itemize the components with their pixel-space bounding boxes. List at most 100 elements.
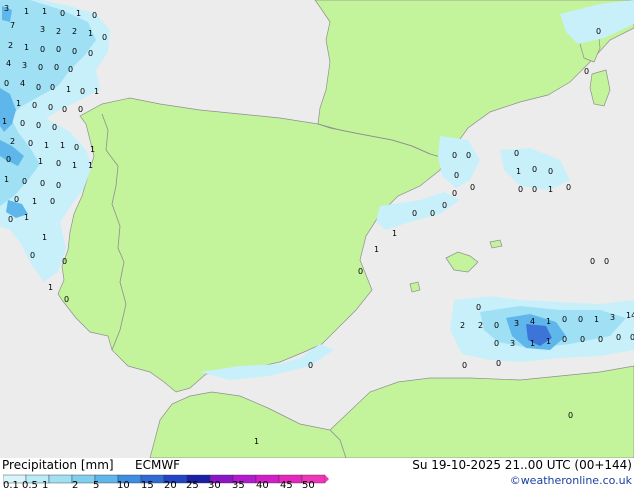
precip-value-label: 0 xyxy=(548,167,553,176)
precip-value-label: 2 xyxy=(8,41,13,50)
scale-tick-label: 5 xyxy=(93,480,100,491)
precip-value-label: 1 xyxy=(548,185,553,194)
precip-value-label: 0 xyxy=(52,123,57,132)
precip-area-gulf-lion xyxy=(438,136,570,190)
scale-tick-label: 0.5 xyxy=(22,480,38,491)
scale-tick-label: 0.1 xyxy=(3,480,19,491)
ibiza-island xyxy=(409,281,421,293)
precip-value-label: 0 xyxy=(454,171,459,180)
precip-value-label: 7 xyxy=(10,21,15,30)
precip-value-label: 0 xyxy=(532,185,537,194)
precip-value-label: 1 xyxy=(4,175,9,184)
map-title: Precipitation [mm] xyxy=(2,458,114,472)
precip-value-label: 3 xyxy=(610,313,615,322)
precip-value-label: 14 xyxy=(626,311,634,320)
precip-value-label: 1 xyxy=(24,213,29,222)
precip-value-label: 1 xyxy=(66,85,71,94)
precip-value-label: 0 xyxy=(88,49,93,58)
scale-tick-label: 30 xyxy=(208,480,221,491)
precip-value-label: 0 xyxy=(514,149,519,158)
scale-tick-label: 45 xyxy=(280,480,293,491)
precip-value-label: 1 xyxy=(32,197,37,206)
scale-tick-label: 40 xyxy=(256,480,269,491)
scale-tick-label: 50 xyxy=(302,480,315,491)
precip-value-label: 0 xyxy=(56,181,61,190)
precip-value-label: 1 xyxy=(88,161,93,170)
precip-value-label: 0 xyxy=(532,165,537,174)
precip-value-label: 0 xyxy=(14,195,19,204)
north-africa-landmass xyxy=(149,365,634,458)
precip-value-label: 0 xyxy=(462,361,467,370)
scale-tick-label: 2 xyxy=(72,480,79,491)
precip-value-label: 1 xyxy=(254,437,259,446)
precip-value-label: 0 xyxy=(20,119,25,128)
precip-value-label: 0 xyxy=(102,33,107,42)
precip-value-label: 1 xyxy=(594,315,599,324)
precip-value-label: 1 xyxy=(516,167,521,176)
precip-value-label: 0 xyxy=(8,215,13,224)
scale-tick-label: 20 xyxy=(164,480,177,491)
precip-value-label: 0 xyxy=(470,183,475,192)
precip-value-label: 0 xyxy=(596,27,601,36)
precip-value-label: 0 xyxy=(308,361,313,370)
precip-value-label: 0 xyxy=(562,315,567,324)
precip-value-label: 1 xyxy=(48,283,53,292)
precip-value-label: 0 xyxy=(476,303,481,312)
precip-value-label: 0 xyxy=(494,321,499,330)
precip-value-label: 0 xyxy=(54,63,59,72)
map-footer: Precipitation [mm] ECMWF Su 19-10-2025 2… xyxy=(0,458,634,492)
precip-value-label: 1 xyxy=(76,9,81,18)
forecast-datetime: Su 19-10-2025 21..00 UTC (00+144) xyxy=(412,458,632,472)
land-layer xyxy=(57,0,634,458)
precip-value-label: 1 xyxy=(24,7,29,16)
precip-value-label: 2 xyxy=(460,321,465,330)
precip-value-label: 1 xyxy=(546,337,551,346)
precip-value-label: 0 xyxy=(62,257,67,266)
precip-value-label: 0 xyxy=(466,151,471,160)
scale-tick-label: 10 xyxy=(117,480,130,491)
precip-value-label: 0 xyxy=(430,209,435,218)
precip-value-label: 0 xyxy=(358,267,363,276)
precip-value-label: 0 xyxy=(494,339,499,348)
precip-value-label: 0 xyxy=(584,67,589,76)
precip-value-label: 1 xyxy=(546,317,551,326)
mallorca-island xyxy=(445,251,479,273)
scale-tick-label: 25 xyxy=(186,480,199,491)
precip-value-label: 0 xyxy=(74,143,79,152)
precip-value-label: 0 xyxy=(50,197,55,206)
precip-value-label: 0 xyxy=(442,201,447,210)
precip-value-label: 0 xyxy=(630,333,634,342)
precip-value-label: 4 xyxy=(530,317,535,326)
precip-value-label: 0 xyxy=(36,83,41,92)
scale-tick-label: 35 xyxy=(232,480,245,491)
precip-value-label: 0 xyxy=(562,335,567,344)
precip-value-label: 1 xyxy=(94,87,99,96)
precip-value-label: 0 xyxy=(64,295,69,304)
precip-value-label: 1 xyxy=(42,7,47,16)
precip-value-label: 1 xyxy=(374,245,379,254)
precip-value-label: 1 xyxy=(88,29,93,38)
precip-value-label: 2 xyxy=(72,27,77,36)
source-credit: ©weatheronline.co.uk xyxy=(509,474,632,487)
precip-value-label: 0 xyxy=(30,251,35,260)
precip-value-label: 0 xyxy=(68,65,73,74)
precip-value-label: 0 xyxy=(518,185,523,194)
precip-value-label: 0 xyxy=(48,103,53,112)
precip-value-label: 0 xyxy=(590,257,595,266)
scale-tick-labels: 0.1 0.5 1 2 5 10 15 20 25 30 35 40 45 50 xyxy=(0,480,340,492)
precip-value-label: 1 xyxy=(392,229,397,238)
precip-value-label: 0 xyxy=(598,335,603,344)
precip-value-label: 0 xyxy=(36,121,41,130)
precip-value-label: 0 xyxy=(566,183,571,192)
precip-value-label: 0 xyxy=(22,177,27,186)
precip-value-label: 2 xyxy=(478,321,483,330)
model-name: ECMWF xyxy=(135,458,181,472)
precip-value-label: 1 xyxy=(2,117,7,126)
precip-value-label: 0 xyxy=(38,63,43,72)
precip-value-label: 0 xyxy=(580,335,585,344)
precip-value-label: 1 xyxy=(42,233,47,242)
precip-value-label: 1 xyxy=(24,43,29,52)
precip-value-label: 1 xyxy=(72,161,77,170)
precip-value-label: 3 xyxy=(40,25,45,34)
precip-value-label: 0 xyxy=(50,83,55,92)
